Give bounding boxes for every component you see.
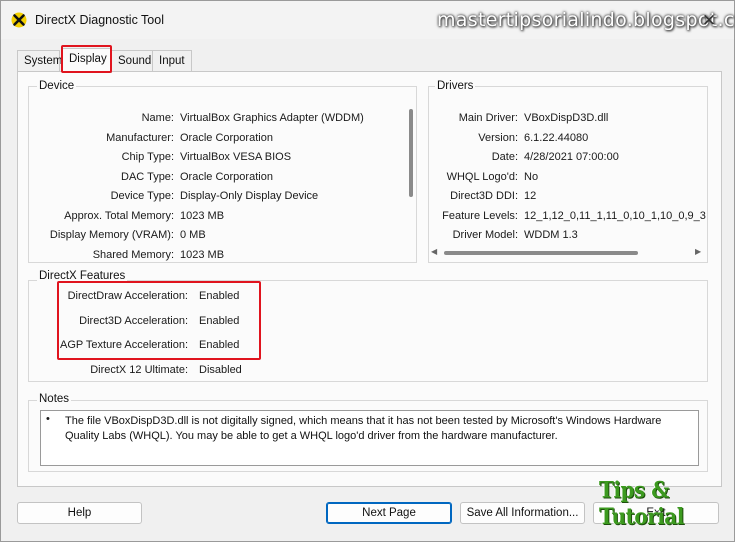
device-value: 1023 MB: [180, 209, 225, 222]
save-all-information-button[interactable]: Save All Information...: [460, 502, 585, 524]
device-value: Oracle Corporation: [180, 170, 273, 183]
driver-value: 4/28/2021 07:00:00: [524, 151, 619, 163]
display-panel: Device Name: VirtualBox Graphics Adapter…: [17, 71, 722, 487]
device-label: Display Memory (VRAM):: [49, 229, 174, 241]
device-value: Oracle Corporation: [180, 131, 273, 144]
driver-value: VBoxDispD3D.dll: [524, 112, 609, 124]
device-label: Approx. Total Memory:: [64, 209, 174, 222]
device-value: VirtualBox Graphics Adapter (WDDM): [180, 112, 364, 124]
device-value: 1023 MB: [180, 248, 225, 261]
driver-label: Direct3D DDI:: [450, 190, 518, 202]
drivers-hscroll-thumb[interactable]: [444, 251, 638, 255]
help-button[interactable]: Help: [17, 502, 142, 524]
feature-label: DirectDraw Acceleration:: [67, 290, 188, 302]
device-label: Manufacturer:: [106, 131, 174, 144]
driver-label: WHQL Logo'd:: [446, 170, 518, 183]
scroll-left-icon[interactable]: ◀: [431, 247, 437, 256]
driver-value: No: [524, 170, 539, 183]
driver-value: 6.1.22.44080: [524, 131, 589, 144]
driver-label: Version:: [478, 131, 518, 144]
feature-value: Enabled: [199, 338, 240, 351]
device-label: Chip Type:: [121, 151, 174, 163]
driver-value: 12: [524, 190, 537, 202]
driver-label: Feature Levels:: [442, 209, 518, 222]
directx-app-icon: [11, 12, 27, 28]
note-bullet: •: [46, 413, 50, 425]
device-label: DAC Type:: [121, 170, 174, 183]
feature-value: Disabled: [199, 363, 242, 376]
device-label: Device Type:: [110, 190, 174, 202]
device-value: Display-Only Display Device: [180, 190, 319, 202]
feature-value: Enabled: [199, 290, 240, 302]
driver-value: WDDM 1.3: [524, 229, 578, 241]
directx-features-title: DirectX Features: [37, 270, 128, 282]
notes-textbox[interactable]: • The file VBoxDispD3D.dll is not digita…: [40, 410, 699, 466]
driver-row-feature-levels: Feature Levels: 12_1,12_0,11_1,11_0,10_1…: [428, 210, 706, 224]
driver-label: Main Driver:: [458, 112, 518, 124]
tab-display[interactable]: Display: [62, 48, 112, 73]
tab-sound[interactable]: Sound: [111, 50, 153, 72]
window-title: DirectX Diagnostic Tool: [35, 13, 164, 27]
feature-value: Enabled: [199, 314, 240, 327]
device-value: 0 MB: [180, 229, 206, 241]
device-label: Shared Memory:: [92, 248, 174, 261]
dxdiag-window: DirectX Diagnostic Tool mastertipsoriali…: [0, 0, 735, 542]
feature-label: DirectX 12 Ultimate:: [90, 363, 188, 376]
driver-label: Driver Model:: [452, 229, 518, 241]
next-page-button[interactable]: Next Page: [326, 502, 452, 524]
tips-tutorial-logo: Tips & Tutorial: [599, 476, 684, 530]
feature-label: Direct3D Acceleration:: [79, 314, 188, 327]
close-icon: ✕: [701, 11, 717, 31]
note-text: The file VBoxDispD3D.dll is not digitall…: [65, 415, 662, 442]
tab-input[interactable]: Input: [152, 50, 192, 72]
device-scrollbar[interactable]: [409, 109, 413, 197]
scroll-right-icon[interactable]: ▶: [695, 247, 701, 256]
driver-label: Date:: [491, 151, 518, 163]
device-group-title: Device: [37, 80, 77, 92]
device-label: Name:: [141, 112, 174, 124]
device-value: VirtualBox VESA BIOS: [180, 151, 292, 163]
close-button[interactable]: ✕: [691, 7, 727, 35]
notes-title: Notes: [37, 393, 72, 405]
driver-value: 12_1,12_0,11_1,11_0,10_1,10_0,9_3: [524, 209, 706, 222]
tab-system[interactable]: System: [17, 50, 62, 72]
title-bar: DirectX Diagnostic Tool mastertipsoriali…: [1, 1, 735, 39]
drivers-group-title: Drivers: [435, 80, 476, 92]
feature-label: AGP Texture Acceleration:: [60, 338, 188, 351]
